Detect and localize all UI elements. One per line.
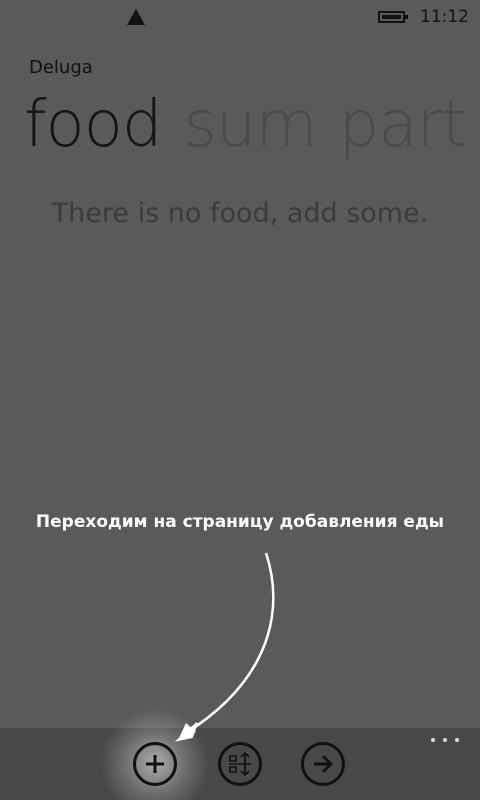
status-time: 11:12: [420, 7, 469, 27]
sort-icon: [229, 751, 251, 777]
pivot-tab-food[interactable]: food: [24, 88, 162, 162]
app-title: Deluga: [29, 57, 93, 78]
empty-food-message: There is no food, add some.: [51, 198, 429, 229]
sort-button[interactable]: [218, 742, 262, 786]
add-icon: [146, 755, 164, 773]
pivot-header: food sum part: [24, 88, 480, 162]
arrow-right-icon: [314, 754, 334, 774]
add-food-button[interactable]: [133, 742, 177, 786]
phone-screen: 11:12 Deluga food sum part There is no foo…: [0, 0, 480, 800]
pivot-tab-part[interactable]: part: [339, 88, 467, 162]
more-icon[interactable]: [431, 738, 459, 746]
signal-icon: [127, 9, 145, 25]
next-button[interactable]: [301, 742, 345, 786]
battery-icon: [378, 11, 408, 23]
annotation-text: Переходим на страницу добавления еды: [35, 512, 445, 532]
pivot-tab-sum[interactable]: sum: [183, 88, 317, 162]
status-bar: 11:12: [0, 0, 480, 34]
